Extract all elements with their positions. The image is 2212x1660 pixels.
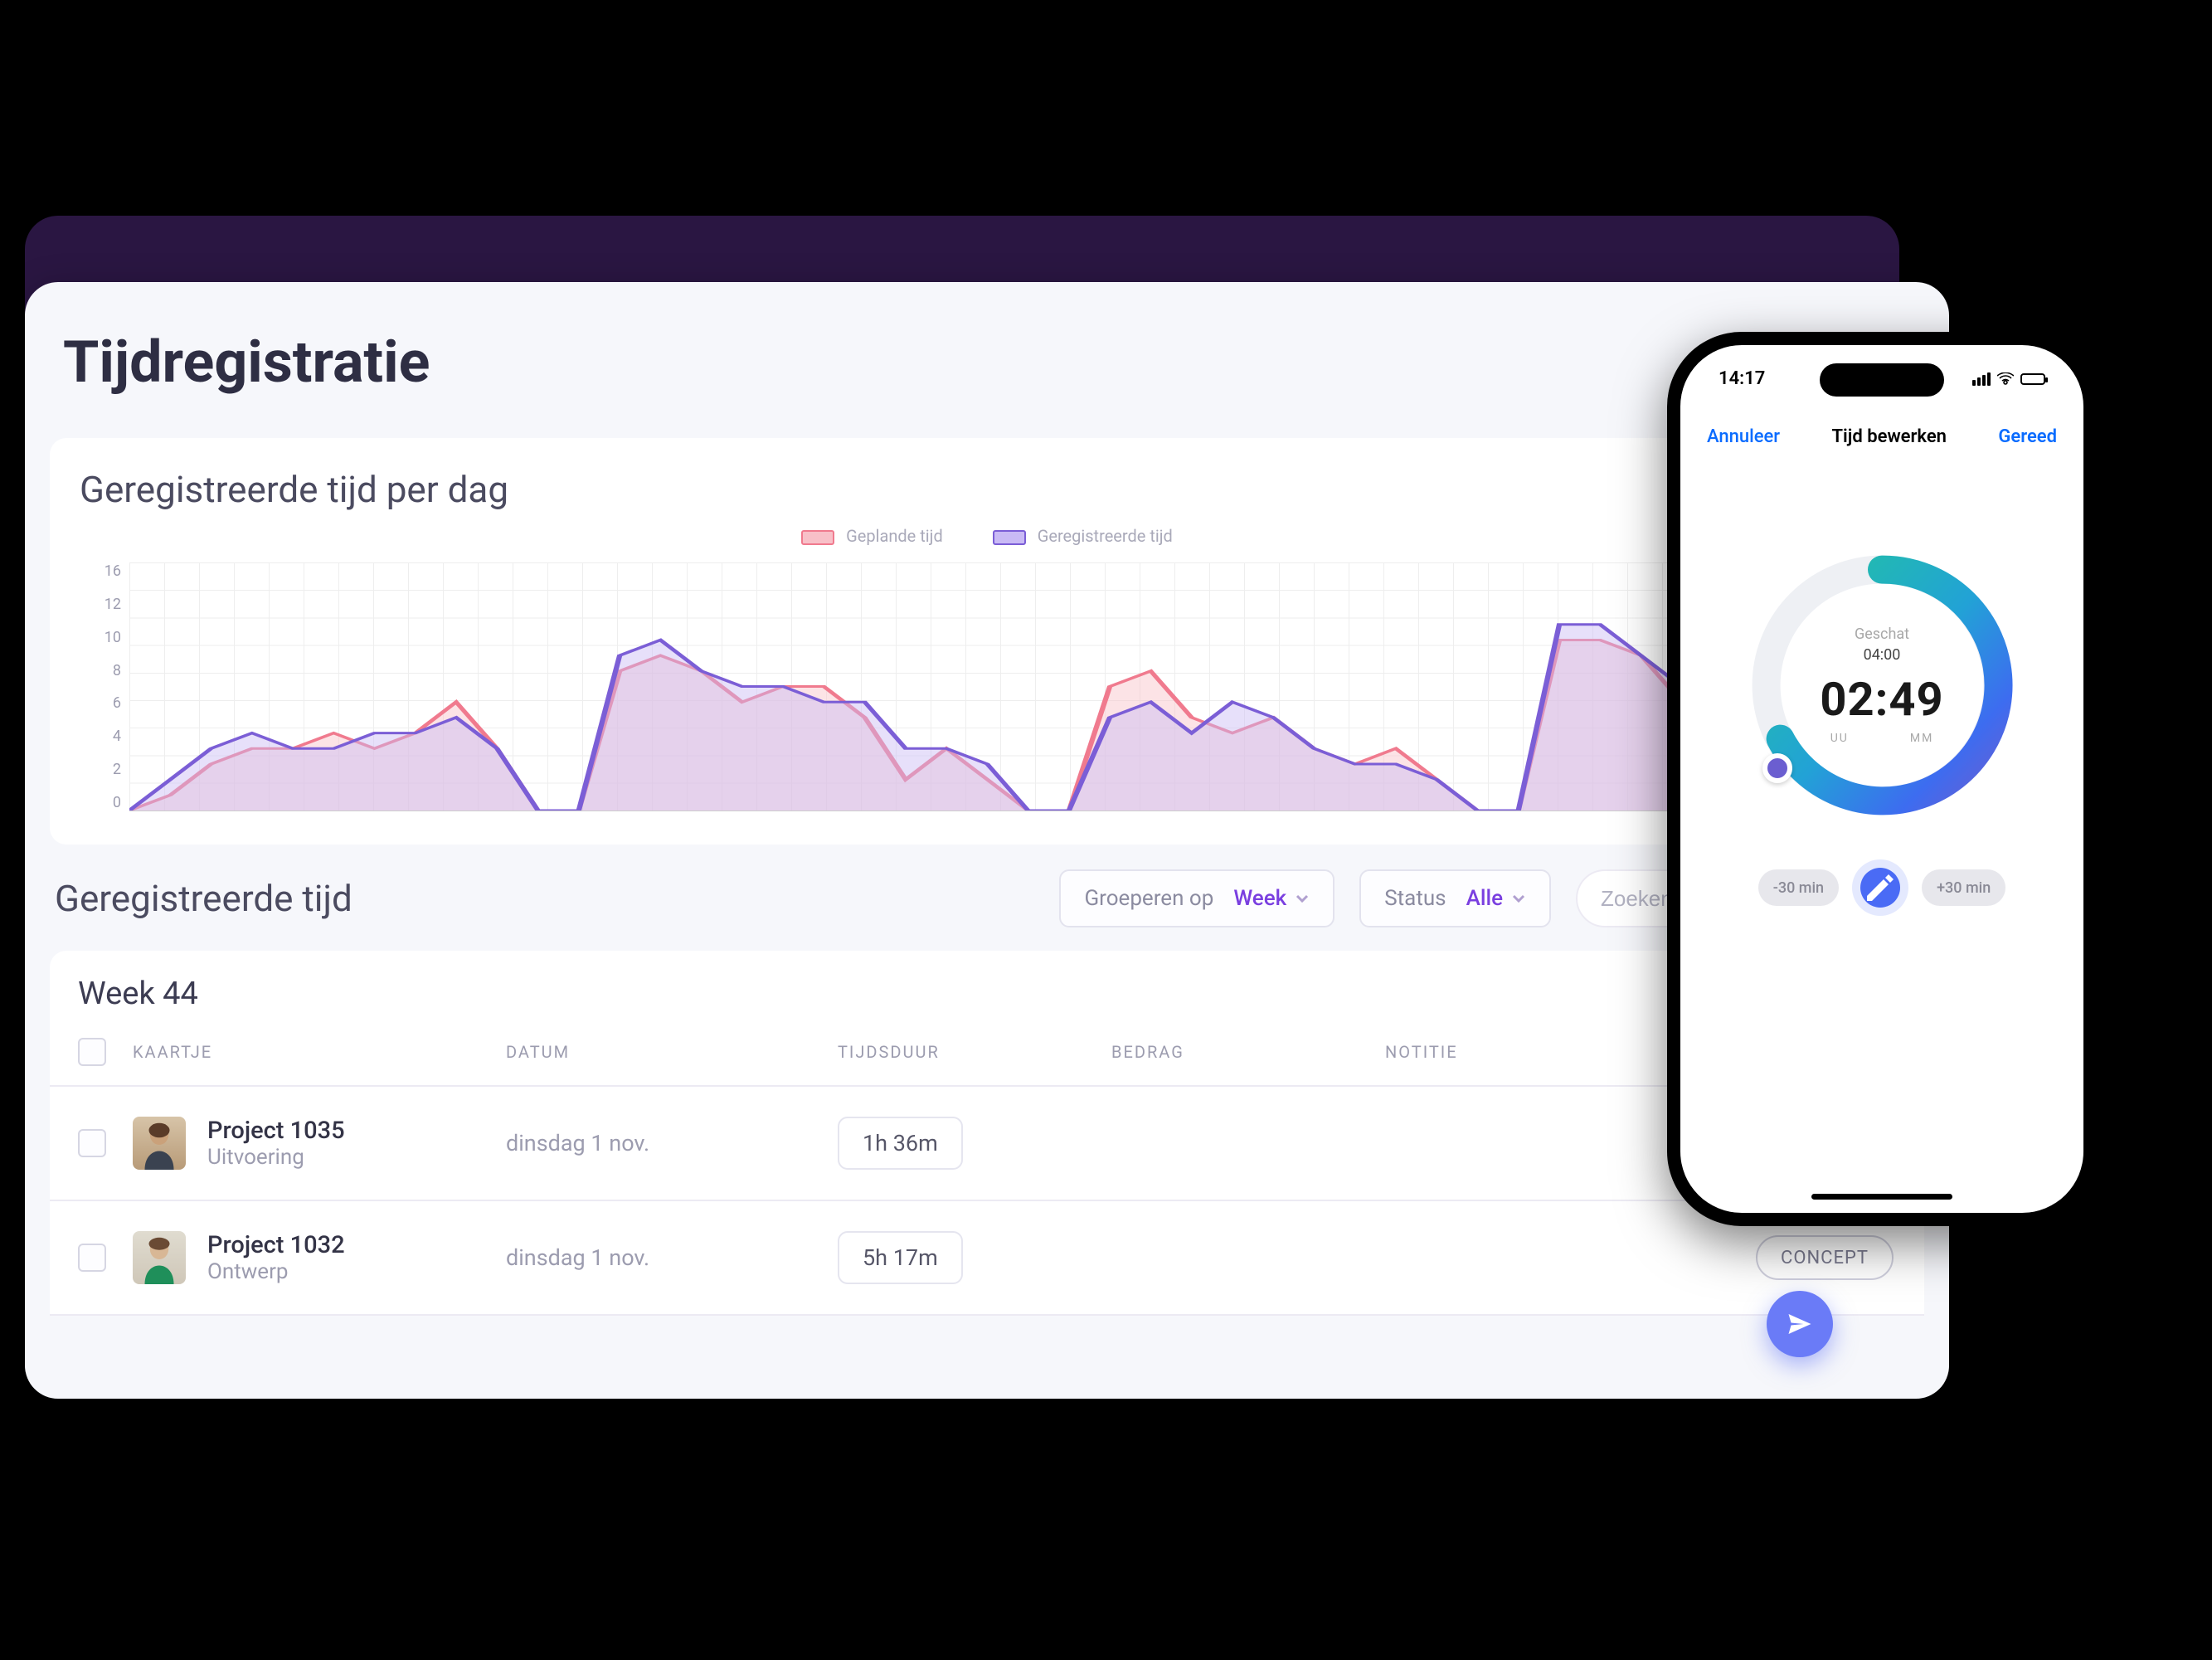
home-indicator[interactable] xyxy=(1811,1194,1952,1200)
avatar xyxy=(133,1117,186,1170)
pencil-icon xyxy=(1860,868,1900,908)
registered-time-section: Geregistreerde tijd Groeperen op Week St… xyxy=(50,869,1924,1316)
phone-screen: 14:17 Annuleer Tijd bewerken Gereed xyxy=(1680,345,2083,1213)
chevron-down-icon xyxy=(1511,891,1526,906)
time-table: Week 44 KAARTJE DATUM TIJDSDUUR BEDRAG N… xyxy=(50,951,1924,1316)
row-checkbox[interactable] xyxy=(78,1129,106,1157)
chart-title: Geregistreerde tijd per dag xyxy=(80,468,1894,526)
col-duration: TIJDSDUUR xyxy=(838,1042,1111,1062)
project-name: Project 1032 xyxy=(207,1231,345,1259)
hours-label: UU xyxy=(1830,732,1849,745)
cell-date: dinsdag 1 nov. xyxy=(506,1244,838,1271)
select-all-checkbox[interactable] xyxy=(78,1038,106,1066)
chart-card: Geregistreerde tijd per dag Geplande tij… xyxy=(50,438,1924,845)
edit-button[interactable] xyxy=(1860,868,1900,908)
chart-legend: Geplande tijd Geregistreerde tijd xyxy=(80,526,1894,554)
avatar xyxy=(133,1231,186,1284)
estimated-label: Geschat xyxy=(1855,626,1909,643)
send-icon xyxy=(1785,1309,1815,1339)
battery-icon xyxy=(2020,373,2045,385)
cell-duration[interactable]: 5h 17m xyxy=(838,1231,963,1284)
chart-plot xyxy=(129,562,1886,811)
page-title: Tijdregistratie xyxy=(25,282,1949,430)
wifi-icon xyxy=(1997,372,2014,386)
chevron-down-icon xyxy=(1295,891,1310,906)
cell-duration[interactable]: 1h 36m xyxy=(838,1117,963,1170)
send-fab[interactable] xyxy=(1767,1291,1833,1357)
y-axis: 16 12 10 8 6 4 2 0 xyxy=(80,562,121,811)
status-select[interactable]: Status Alle xyxy=(1359,869,1551,927)
project-sub: Ontwerp xyxy=(207,1259,345,1284)
status-pill[interactable]: CONCEPT xyxy=(1756,1235,1894,1280)
legend-planned: Geplande tijd xyxy=(801,526,943,546)
table-header: KAARTJE DATUM TIJDSDUUR BEDRAG NOTITIE S… xyxy=(50,1029,1924,1087)
ring-knob[interactable] xyxy=(1762,753,1792,783)
section2-title: Geregistreerde tijd xyxy=(50,877,1034,920)
clock: 14:17 xyxy=(1719,368,1765,389)
cancel-button[interactable]: Annuleer xyxy=(1707,426,1780,447)
time-value: 02:49 xyxy=(1820,672,1943,727)
minutes-label: MM xyxy=(1910,732,1933,745)
col-amount: BEDRAG xyxy=(1111,1042,1385,1062)
done-button[interactable]: Gereed xyxy=(1998,426,2057,447)
cell-date: dinsdag 1 nov. xyxy=(506,1130,838,1156)
table-row[interactable]: Project 1032 Ontwerp dinsdag 1 nov. 5h 1… xyxy=(50,1201,1924,1316)
chart-area: 16 12 10 8 6 4 2 0 xyxy=(80,562,1894,836)
legend-registered: Geregistreerde tijd xyxy=(993,526,1173,546)
table-row[interactable]: Project 1035 Uitvoering dinsdag 1 nov. 1… xyxy=(50,1087,1924,1201)
minus-30-button[interactable]: -30 min xyxy=(1758,869,1839,906)
adjust-row: -30 min +30 min xyxy=(1680,868,2083,908)
row-checkbox[interactable] xyxy=(78,1244,106,1272)
plus-30-button[interactable]: +30 min xyxy=(1922,869,2005,906)
phone-device: 14:17 Annuleer Tijd bewerken Gereed xyxy=(1667,332,2097,1226)
project-name: Project 1035 xyxy=(207,1117,345,1145)
group-by-select[interactable]: Groeperen op Week xyxy=(1059,869,1334,927)
time-ring[interactable]: Geschat 04:00 02:49 UU MM xyxy=(1680,544,2083,826)
week-label: Week 44 xyxy=(50,976,1924,1029)
project-sub: Uitvoering xyxy=(207,1145,345,1170)
desktop-window: Tijdregistratie Geregistreerde tijd per … xyxy=(25,282,1949,1399)
notch xyxy=(1820,363,1944,397)
estimated-value: 04:00 xyxy=(1864,646,1901,664)
modal-title: Tijd bewerken xyxy=(1832,426,1947,447)
col-date: DATUM xyxy=(506,1042,838,1062)
modal-header: Annuleer Tijd bewerken Gereed xyxy=(1680,413,2083,460)
col-card: KAARTJE xyxy=(133,1042,506,1062)
signal-icon xyxy=(1972,372,1991,386)
